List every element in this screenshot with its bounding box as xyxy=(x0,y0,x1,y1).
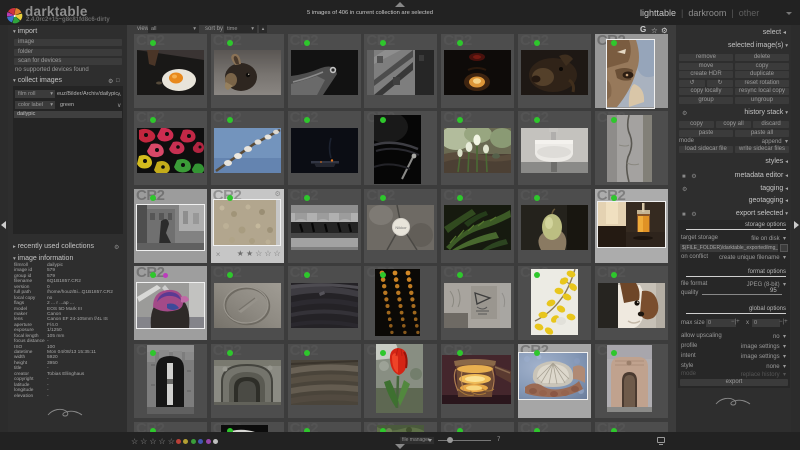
svg-text:Nikkor: Nikkor xyxy=(396,225,408,230)
